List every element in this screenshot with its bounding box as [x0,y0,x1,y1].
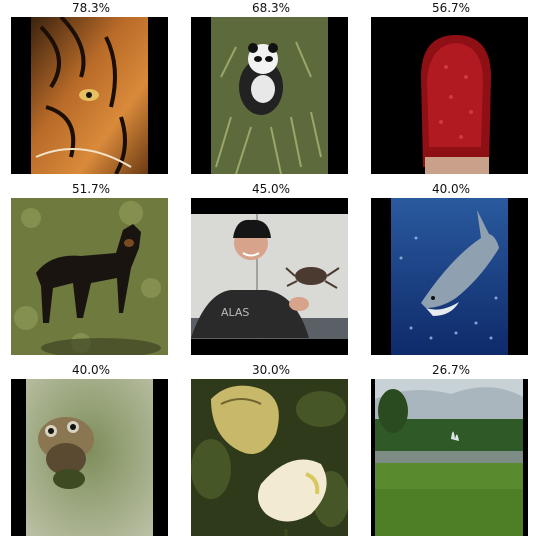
butterfly-image [191,379,348,536]
panel-5: 45.0% ALAS [191,181,351,359]
panel-7: 40.0% [11,362,171,540]
panel-1: 78.3% [11,0,171,178]
panel-8: 30.0% [191,362,351,540]
panel-3: 56.7% [371,0,531,178]
panel-score: 56.7% [431,1,471,15]
panel-score: 26.7% [431,363,471,377]
panel-score: 40.0% [71,363,111,377]
panel-6: 40.0% [371,181,531,359]
panel-9: 26.7% [371,362,531,540]
panel-score: 45.0% [251,182,291,196]
svg-text:ALAS: ALAS [221,306,249,319]
panel-score: 68.3% [251,1,291,15]
panel-score: 40.0% [431,182,471,196]
panel-score: 51.7% [71,182,111,196]
panel-score: 30.0% [251,363,291,377]
man-with-crab-image: ALAS [191,198,348,355]
panel-2: 68.3% [191,0,351,178]
frog-image [11,379,168,536]
tiger-image [11,17,168,174]
shark-image [371,198,528,355]
match-head-image [371,17,528,174]
panel-4: 51.7% [11,181,171,359]
panel-score: 78.3% [71,1,111,15]
fountain-landscape-image [371,379,528,536]
image-grid: 78.3% 68.3% 56.7% 51.7% 45.0% ALAS 40.0%… [0,0,540,540]
dog-image [11,198,168,355]
panda-image [191,17,348,174]
